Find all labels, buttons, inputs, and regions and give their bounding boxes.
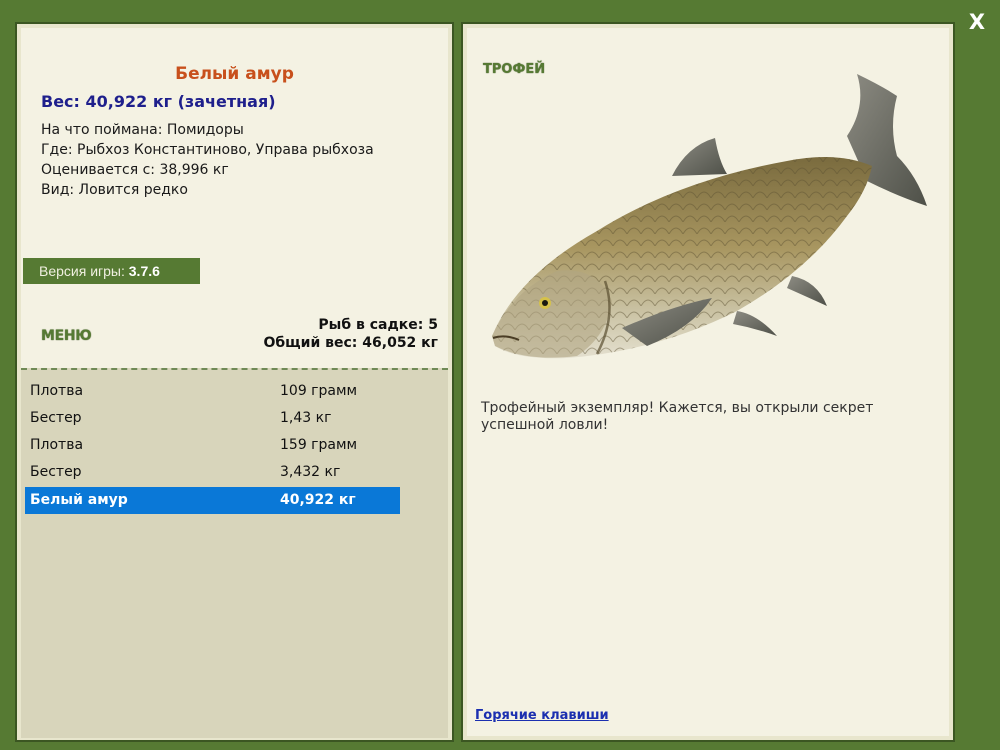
hotkeys-link[interactable]: Горячие клавиши [475,708,609,723]
valuation-info: Оценивается с: 38,996 кг [41,162,229,178]
menu-button[interactable]: МЕНЮ [41,328,92,344]
bait-info: На что поймана: Помидоры [41,122,244,138]
game-window: X Белый амур Вес: 40,922 кг (зачетная) Н… [0,0,1000,750]
grass-carp-image [492,74,927,359]
fish-weight-value: 40,922 кг [280,492,356,508]
fish-name: Бестер [30,410,82,426]
fish-name: Плотва [30,383,84,399]
fish-name: Плотва [30,437,84,453]
fish-info-panel: Белый амур Вес: 40,922 кг (зачетная) На … [15,22,454,742]
list-item[interactable]: Плотва 109 грамм [25,378,400,405]
version-label: Версия игры: [39,263,125,279]
fish-name: Бестер [30,464,82,480]
fish-weight-value: 159 грамм [280,437,358,453]
list-item[interactable]: Бестер 1,43 кг [25,405,400,432]
fish-weight-value: 109 грамм [280,383,358,399]
list-item[interactable]: Плотва 159 грамм [25,432,400,459]
fish-count: Рыб в садке: 5 [318,317,438,333]
total-weight: Общий вес: 46,052 кг [263,335,439,351]
fish-weight: Вес: 40,922 кг (зачетная) [41,92,276,111]
version-value: 3.7.6 [128,263,160,279]
close-button[interactable]: X [966,10,988,34]
version-badge: Версия игры: 3.7.6 [23,258,200,284]
fish-weight-value: 3,432 кг [280,464,341,480]
list-item[interactable]: Бестер 3,432 кг [25,459,400,486]
catch-list: Плотва 109 грамм Бестер 1,43 кг Плотва 1… [21,368,448,738]
location-info: Где: Рыбхоз Константиново, Управа рыбхоз… [41,142,374,158]
fish-name: Белый амур [30,492,128,508]
keepnet-stats: Рыб в садке: 5 Общий вес: 46,052 кг [264,316,439,352]
trophy-panel: ТРОФЕЙ Трофейный экземпляр! Кажется, вы … [461,22,955,742]
fish-weight-value: 1,43 кг [280,410,332,426]
trophy-message: Трофейный экземпляр! Кажется, вы открыли… [481,400,874,433]
fish-title: Белый амур [175,64,294,84]
rarity-info: Вид: Ловится редко [41,182,188,198]
list-item-selected[interactable]: Белый амур 40,922 кг [25,487,400,514]
